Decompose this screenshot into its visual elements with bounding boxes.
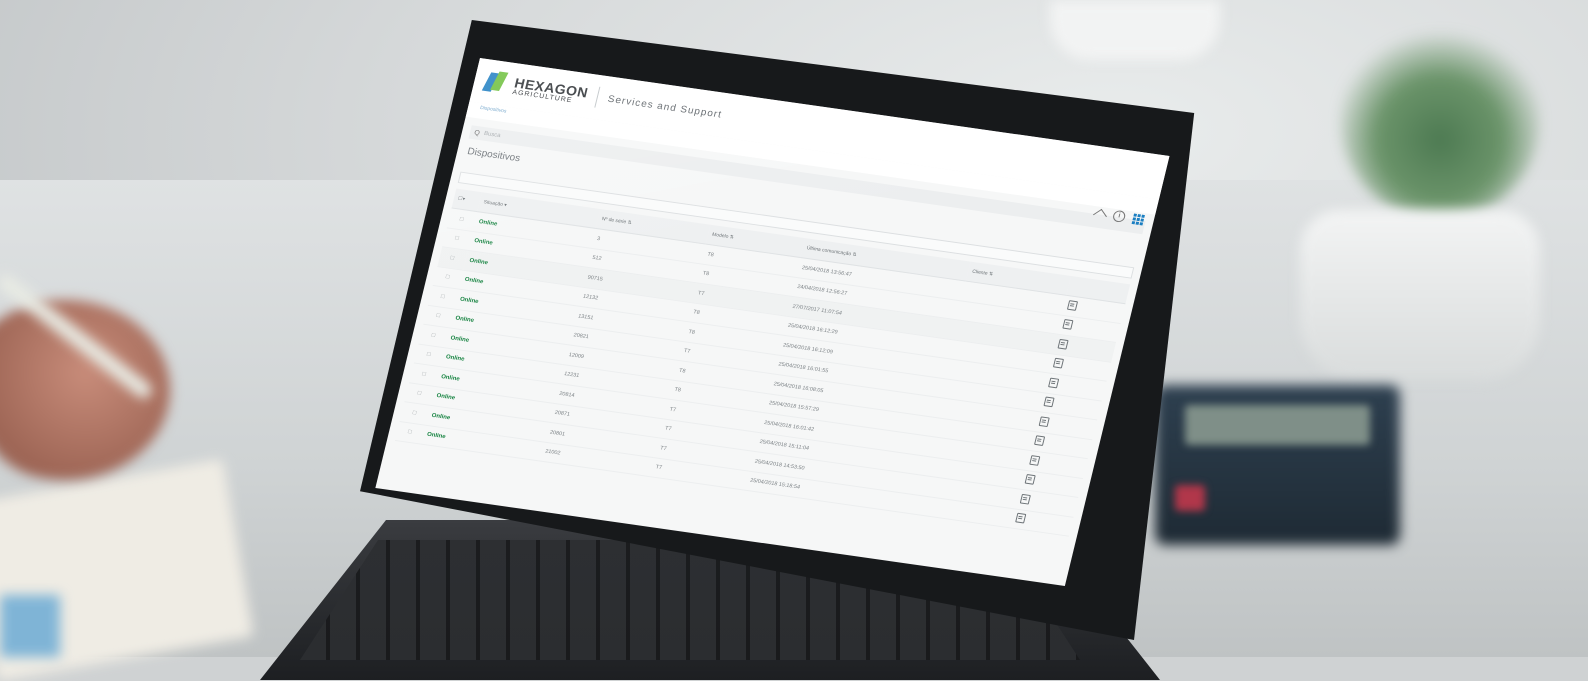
service-title: Services and Support	[606, 93, 724, 121]
plant-pot	[1300, 210, 1540, 380]
document-icon[interactable]	[1024, 474, 1036, 485]
search-input[interactable]: Busca	[483, 131, 501, 139]
document-icon[interactable]	[1038, 416, 1050, 427]
document-icon[interactable]	[1057, 338, 1069, 350]
hexagon-logo-icon	[481, 70, 511, 96]
document-icon[interactable]	[1019, 493, 1031, 505]
plant	[1340, 20, 1540, 220]
calculator-display	[1185, 405, 1370, 445]
blue-card	[0, 595, 60, 657]
document-icon[interactable]	[1029, 454, 1041, 466]
header-divider	[594, 86, 601, 108]
document-icon[interactable]	[1052, 358, 1064, 369]
document-icon[interactable]	[1062, 319, 1074, 330]
document-icon[interactable]	[1033, 435, 1046, 447]
logo[interactable]: HEXAGON AGRICULTURE	[512, 74, 590, 105]
document-icon[interactable]	[1043, 396, 1055, 408]
calculator-key	[1175, 485, 1205, 511]
document-icon[interactable]	[1066, 299, 1079, 311]
mug	[1050, 0, 1220, 60]
document-icon[interactable]	[1015, 512, 1027, 524]
devices-table: ☐▾ Situação ▾ Nº de série ⇅ Modelo ⇅ Últ…	[395, 188, 1131, 537]
info-icon[interactable]: i	[1111, 209, 1127, 223]
document-icon[interactable]	[1048, 377, 1060, 389]
